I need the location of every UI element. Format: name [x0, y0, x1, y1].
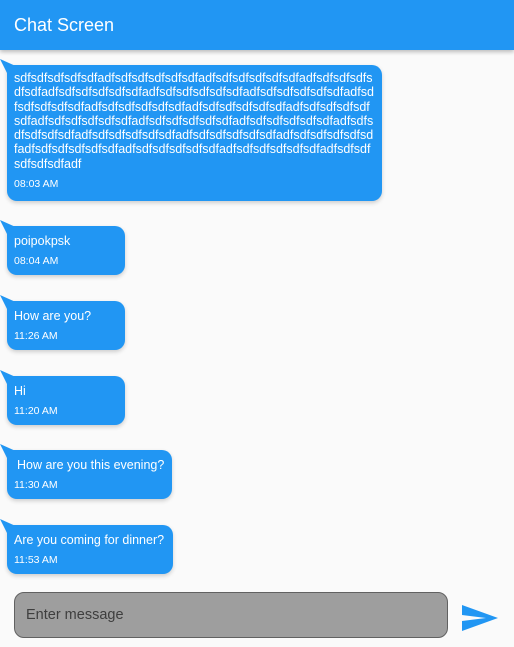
message-list: sdfsdfsdfsdfsdfadfsdfsdfsdfsdfsdfadfsdfs… [0, 50, 514, 582]
message-timestamp: 08:03 AM [14, 178, 59, 191]
app-bar: Chat Screen [0, 0, 514, 50]
message-text: poipokpsk [14, 234, 71, 248]
message-bubble: How are you this evening? 11:30 AM [7, 450, 172, 499]
message-input[interactable] [14, 592, 448, 638]
message-text: sdfsdfsdfsdfsdfadfsdfsdfsdfsdfsdfadfsdfs… [14, 71, 374, 171]
message-timestamp: 11:53 AM [14, 554, 58, 567]
message-timestamp: 08:04 AM [14, 255, 59, 268]
chat-app: Chat Screen sdfsdfsdfsdfsdfadfsdfsdfsdfs… [0, 0, 514, 647]
message-text: How are you? [14, 309, 92, 323]
message-text: Are you coming for dinner? [14, 533, 165, 547]
message-timestamp: 11:30 AM [14, 479, 58, 492]
message-composer [0, 582, 514, 647]
message-bubble: Hi 11:20 AM [7, 376, 125, 425]
send-icon [462, 605, 498, 631]
app-bar-title: Chat Screen [14, 15, 115, 35]
message-timestamp: 11:26 AM [14, 330, 58, 343]
message-text: How are you this evening? [17, 458, 165, 472]
message-text: Hi [14, 384, 26, 398]
send-button[interactable] [460, 602, 500, 634]
message-bubble: How are you? 11:26 AM [7, 301, 125, 350]
message-bubble: sdfsdfsdfsdfsdfadfsdfsdfsdfsdfsdfadfsdfs… [7, 65, 382, 201]
message-timestamp: 11:20 AM [14, 405, 58, 418]
message-bubble: Are you coming for dinner? 11:53 AM [7, 525, 173, 574]
message-bubble: poipokpsk 08:04 AM [7, 226, 125, 275]
